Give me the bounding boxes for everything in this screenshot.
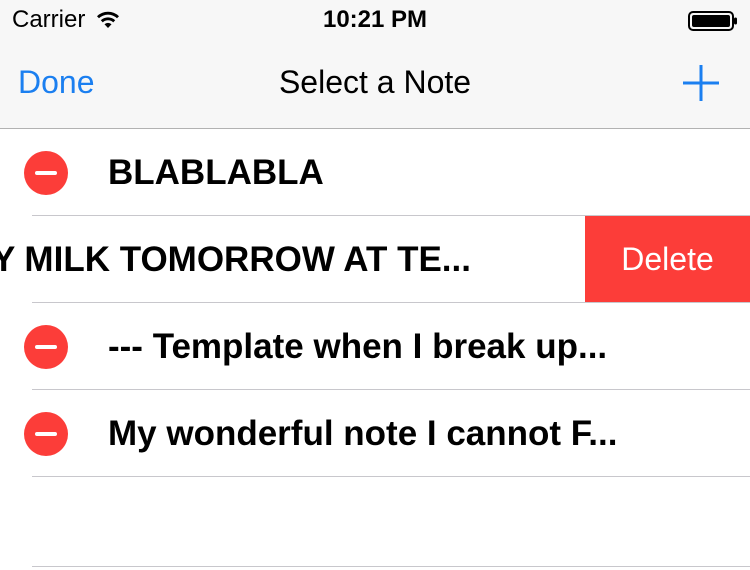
list-item[interactable]: BLABLABLA (0, 129, 750, 216)
note-title: BLABLABLA (108, 153, 324, 192)
delete-circle-icon[interactable] (24, 412, 68, 456)
delete-circle-icon[interactable] (24, 325, 68, 369)
notes-screen: Carrier 10:21 PM Done Select a Note BLAB… (0, 0, 750, 570)
row-separator (32, 476, 750, 477)
notes-list: BLABLABLA Y MILK TOMORROW AT TE... Delet… (0, 129, 750, 477)
page-title: Select a Note (278, 64, 472, 100)
delete-circle-icon[interactable] (24, 151, 68, 195)
note-title: My wonderful note I cannot F... (108, 414, 618, 453)
navigation-bar: Done Select a Note (0, 40, 750, 129)
status-bar: Carrier 10:21 PM (0, 0, 750, 40)
status-time: 10:21 PM (322, 6, 428, 33)
add-note-button[interactable] (682, 64, 720, 102)
note-title: --- Template when I break up... (108, 327, 608, 366)
list-item[interactable]: --- Template when I break up... (0, 303, 750, 390)
list-item-swiped[interactable]: Y MILK TOMORROW AT TE... Delete (0, 216, 750, 303)
note-title: Y MILK TOMORROW AT TE... (0, 240, 471, 279)
battery-icon (688, 11, 738, 31)
list-item[interactable]: My wonderful note I cannot F... (0, 390, 750, 477)
plus-icon (683, 65, 719, 101)
empty-row-separator (32, 566, 750, 567)
delete-button[interactable]: Delete (585, 216, 750, 303)
